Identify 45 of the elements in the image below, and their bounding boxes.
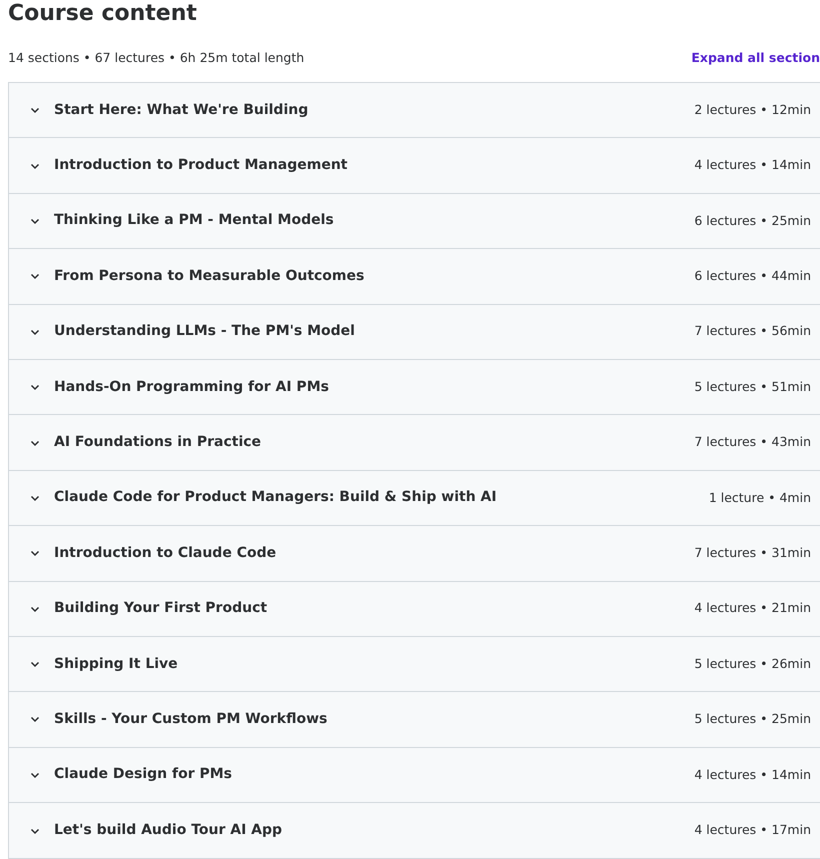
section-header[interactable]: Claude Design for PMs 4 lectures • 14min: [9, 748, 820, 804]
section-header[interactable]: Skills - Your Custom PM Workflows 5 lectures • 25min: [9, 692, 820, 748]
section-meta: 5 lectures • 25min: [694, 710, 811, 728]
section-title: Building Your First Product: [54, 599, 268, 618]
section-header[interactable]: AI Foundations in Practice 7 lectures • 43min: [9, 415, 820, 471]
section-meta: 7 lectures • 31min: [694, 544, 811, 562]
section-title: Let's build Audio Tour AI App: [54, 821, 284, 840]
section-meta: 4 lectures • 14min: [694, 156, 811, 174]
section-title: Skills - Your Custom PM Workflows: [54, 710, 328, 729]
section-title: Introduction to Claude Code: [54, 544, 278, 563]
section-meta: 4 lectures • 14min: [694, 766, 811, 784]
section-meta: 4 lectures • 21min: [694, 599, 811, 618]
section-title: Hands-On Programming for AI PMs: [54, 378, 330, 397]
section-meta: 6 lectures • 44min: [694, 266, 811, 285]
course-summary: 14 sections • 67 lectures • 6h 25m total length: [8, 48, 304, 67]
section-title: From Persona to Measurable Outcomes: [54, 266, 366, 286]
section-title: Understanding LLMs - The PM's Model: [54, 322, 356, 342]
section-header[interactable]: Start Here: What We're Building 2 lectures • 12min: [9, 83, 820, 138]
page-title: Course content: [8, 0, 198, 28]
section-title: Start Here: What We're Building: [54, 100, 310, 120]
section-title: Introduction to Product Management: [54, 156, 349, 176]
expand-all-link[interactable]: Expand all section: [691, 48, 820, 68]
section-header[interactable]: Introduction to Product Management 4 lectures • 14min: [9, 138, 820, 194]
section-header[interactable]: Claude Code for Product Managers: Build & Ship with AI 1 lecture • 4min: [9, 470, 820, 526]
section-title: Claude Code for Product Managers: Build & Ship with AI: [54, 488, 498, 508]
section-meta: 7 lectures • 56min: [694, 322, 811, 340]
section-header[interactable]: Shipping It Live 5 lectures • 26min: [9, 636, 820, 692]
section-header[interactable]: Thinking Like a PM - Mental Models 6 lectures • 25min: [9, 194, 820, 250]
section-header[interactable]: Building Your First Product 4 lectures • 21min: [9, 582, 820, 637]
section-meta: 5 lectures • 51min: [694, 378, 811, 396]
section-header[interactable]: Let's build Audio Tour AI App 4 lectures • 17min: [9, 803, 820, 858]
section-title: Shipping It Live: [54, 654, 179, 674]
section-header[interactable]: Hands-On Programming for AI PMs 5 lectures • 51min: [9, 360, 820, 416]
section-title: Claude Design for PMs: [54, 765, 234, 784]
section-header[interactable]: Introduction to Claude Code 7 lectures • 31min: [9, 526, 820, 582]
section-header[interactable]: Understanding LLMs - The PM's Model 7 lectures • 56min: [9, 304, 820, 360]
section-meta: 5 lectures • 26min: [694, 654, 811, 673]
section-title: Thinking Like a PM - Mental Models: [54, 211, 335, 230]
section-meta: 4 lectures • 17min: [694, 821, 811, 840]
section-meta: 7 lectures • 43min: [694, 433, 811, 452]
section-title: AI Foundations in Practice: [54, 433, 262, 452]
section-meta: 6 lectures • 25min: [694, 212, 811, 230]
section-meta: 2 lectures • 12min: [694, 100, 811, 119]
section-meta: 1 lecture • 4min: [708, 488, 811, 507]
section-header[interactable]: From Persona to Measurable Outcomes 6 lectures • 44min: [9, 249, 820, 305]
